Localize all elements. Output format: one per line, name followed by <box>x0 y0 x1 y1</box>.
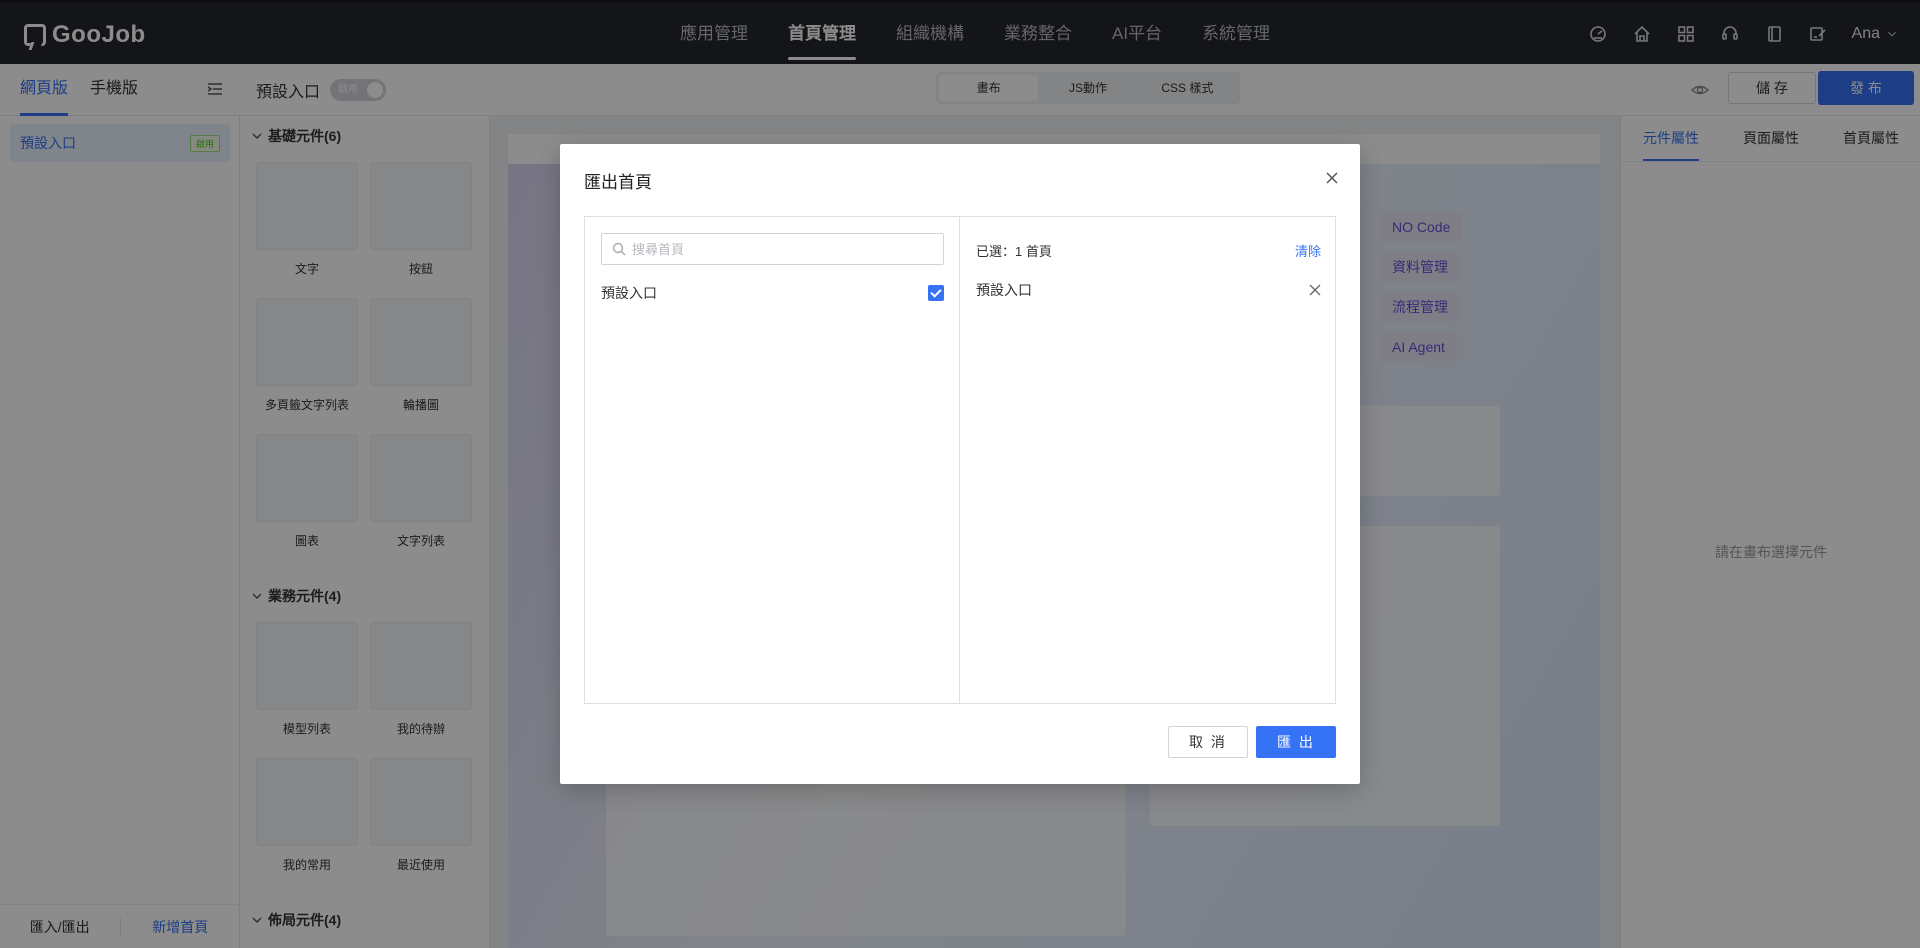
source-pane: 預設入口 <box>585 217 960 703</box>
selected-list-item: 預設入口 <box>976 280 1321 300</box>
cancel-button[interactable]: 取 消 <box>1168 726 1248 758</box>
remove-icon[interactable] <box>1309 284 1321 296</box>
search-icon <box>612 242 626 256</box>
selected-pane: 已選：1 首頁 清除 預設入口 <box>960 217 1335 703</box>
transfer-list: 預設入口 已選：1 首頁 清除 預設入口 <box>584 216 1336 704</box>
dialog-title: 匯出首頁 <box>584 173 652 192</box>
source-list-item[interactable]: 預設入口 <box>601 281 944 305</box>
selected-header: 已選：1 首頁 清除 <box>976 241 1321 260</box>
selected-count: 已選：1 首頁 <box>976 244 1052 259</box>
close-icon[interactable] <box>1324 170 1340 186</box>
clear-button[interactable]: 清除 <box>1295 241 1321 260</box>
export-homepage-dialog: 匯出首頁 預設入口 已選：1 首頁 清除 預設入口 取 消 匯 出 <box>560 144 1360 784</box>
selected-item-label: 預設入口 <box>976 282 1032 298</box>
item-checkbox[interactable] <box>928 285 944 301</box>
search-input[interactable] <box>632 241 932 257</box>
source-item-label: 預設入口 <box>601 285 657 301</box>
search-box <box>601 233 944 265</box>
export-button[interactable]: 匯 出 <box>1256 726 1336 758</box>
